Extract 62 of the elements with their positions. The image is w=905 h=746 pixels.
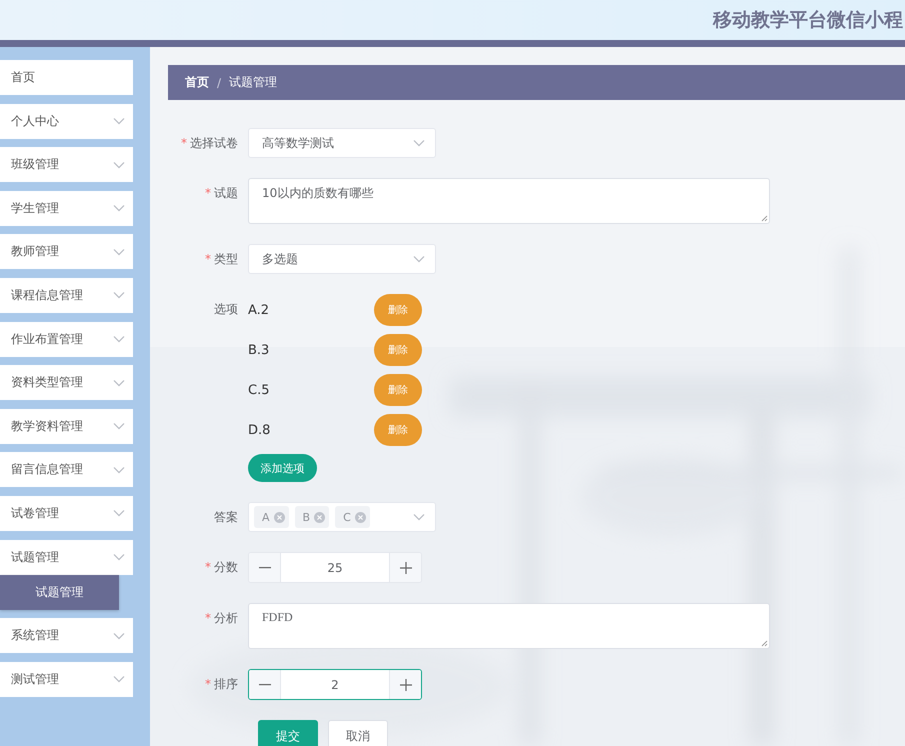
field-label: 类型 [214,252,238,266]
close-icon[interactable] [314,512,326,522]
sidebar-item[interactable]: 首页 [0,60,133,95]
sidebar-item[interactable]: 教学资料管理 [0,408,133,444]
chevron-down-icon [413,139,425,147]
required-mark: * [205,560,211,574]
breadcrumb-link[interactable]: 试题管理 [229,74,278,91]
separator: / [217,76,222,90]
chevron-down-icon [413,255,425,263]
field-label: 分数 [214,560,238,574]
text-area[interactable]: FDFD [248,603,770,649]
field-label: 试题 [214,186,238,200]
resize-handle-icon[interactable] [761,215,768,222]
sidebar-item[interactable]: 个人中心 [0,104,133,139]
required-mark: * [205,252,211,266]
minus-button[interactable] [249,670,281,699]
chevron-down-icon [413,513,425,521]
text-area[interactable]: 10以内的质数有哪些 [248,178,770,224]
minus-icon [258,566,270,568]
app-title: 移动教学平台微信小程 [713,8,903,33]
sidebar-item[interactable]: 系统管理 [0,618,133,654]
required-mark: * [205,677,211,691]
plus-button[interactable] [389,553,421,582]
submenu-item[interactable]: 试题管理 [0,574,119,610]
select-field[interactable]: 高等数学测试 [248,128,436,158]
minus-icon [258,684,270,686]
required-mark: * [205,611,211,625]
number-input[interactable]: 25 [248,552,422,583]
field-label: 选择试卷 [190,136,238,150]
sidebar-item[interactable]: 试题管理 [0,540,133,575]
sidebar-item[interactable]: 试卷管理 [0,496,133,531]
option-text: A.2 [248,302,270,318]
add-option-button[interactable]: 添加选项 [248,454,317,482]
submit-button[interactable]: 提交 [258,720,318,746]
field-label: 排序 [214,677,238,691]
resize-handle-icon[interactable] [761,640,768,647]
sidebar-item[interactable]: 测试管理 [0,662,133,697]
option-text: B.3 [248,342,270,358]
sidebar-item[interactable]: 资料类型管理 [0,365,133,400]
minus-button[interactable] [249,553,281,582]
close-icon[interactable] [274,512,285,522]
cancel-button[interactable]: 取消 [328,720,388,746]
field-label: 选项 [214,302,238,316]
sidebar-item[interactable]: 学生管理 [0,190,133,226]
plus-icon [400,562,412,574]
sidebar-item[interactable]: 留言信息管理 [0,452,133,488]
required-mark: * [205,186,211,200]
field-label: 分析 [214,611,238,625]
required-mark: * [181,136,187,150]
option-text: D.8 [248,422,272,438]
option-text: C.5 [248,382,270,398]
breadcrumb-link[interactable]: 首页 [185,74,209,91]
sidebar-item[interactable]: 班级管理 [0,147,133,182]
close-icon[interactable] [354,512,366,522]
plus-button[interactable] [389,670,421,699]
select-field[interactable]: 多选题 [248,244,436,274]
sidebar-item[interactable]: 作业布置管理 [0,322,133,357]
field-label: 答案 [214,510,238,524]
sidebar-item[interactable]: 课程信息管理 [0,278,133,313]
sidebar-item[interactable]: 教师管理 [0,234,133,270]
number-input[interactable]: 2 [248,669,422,700]
plus-icon [400,678,412,690]
